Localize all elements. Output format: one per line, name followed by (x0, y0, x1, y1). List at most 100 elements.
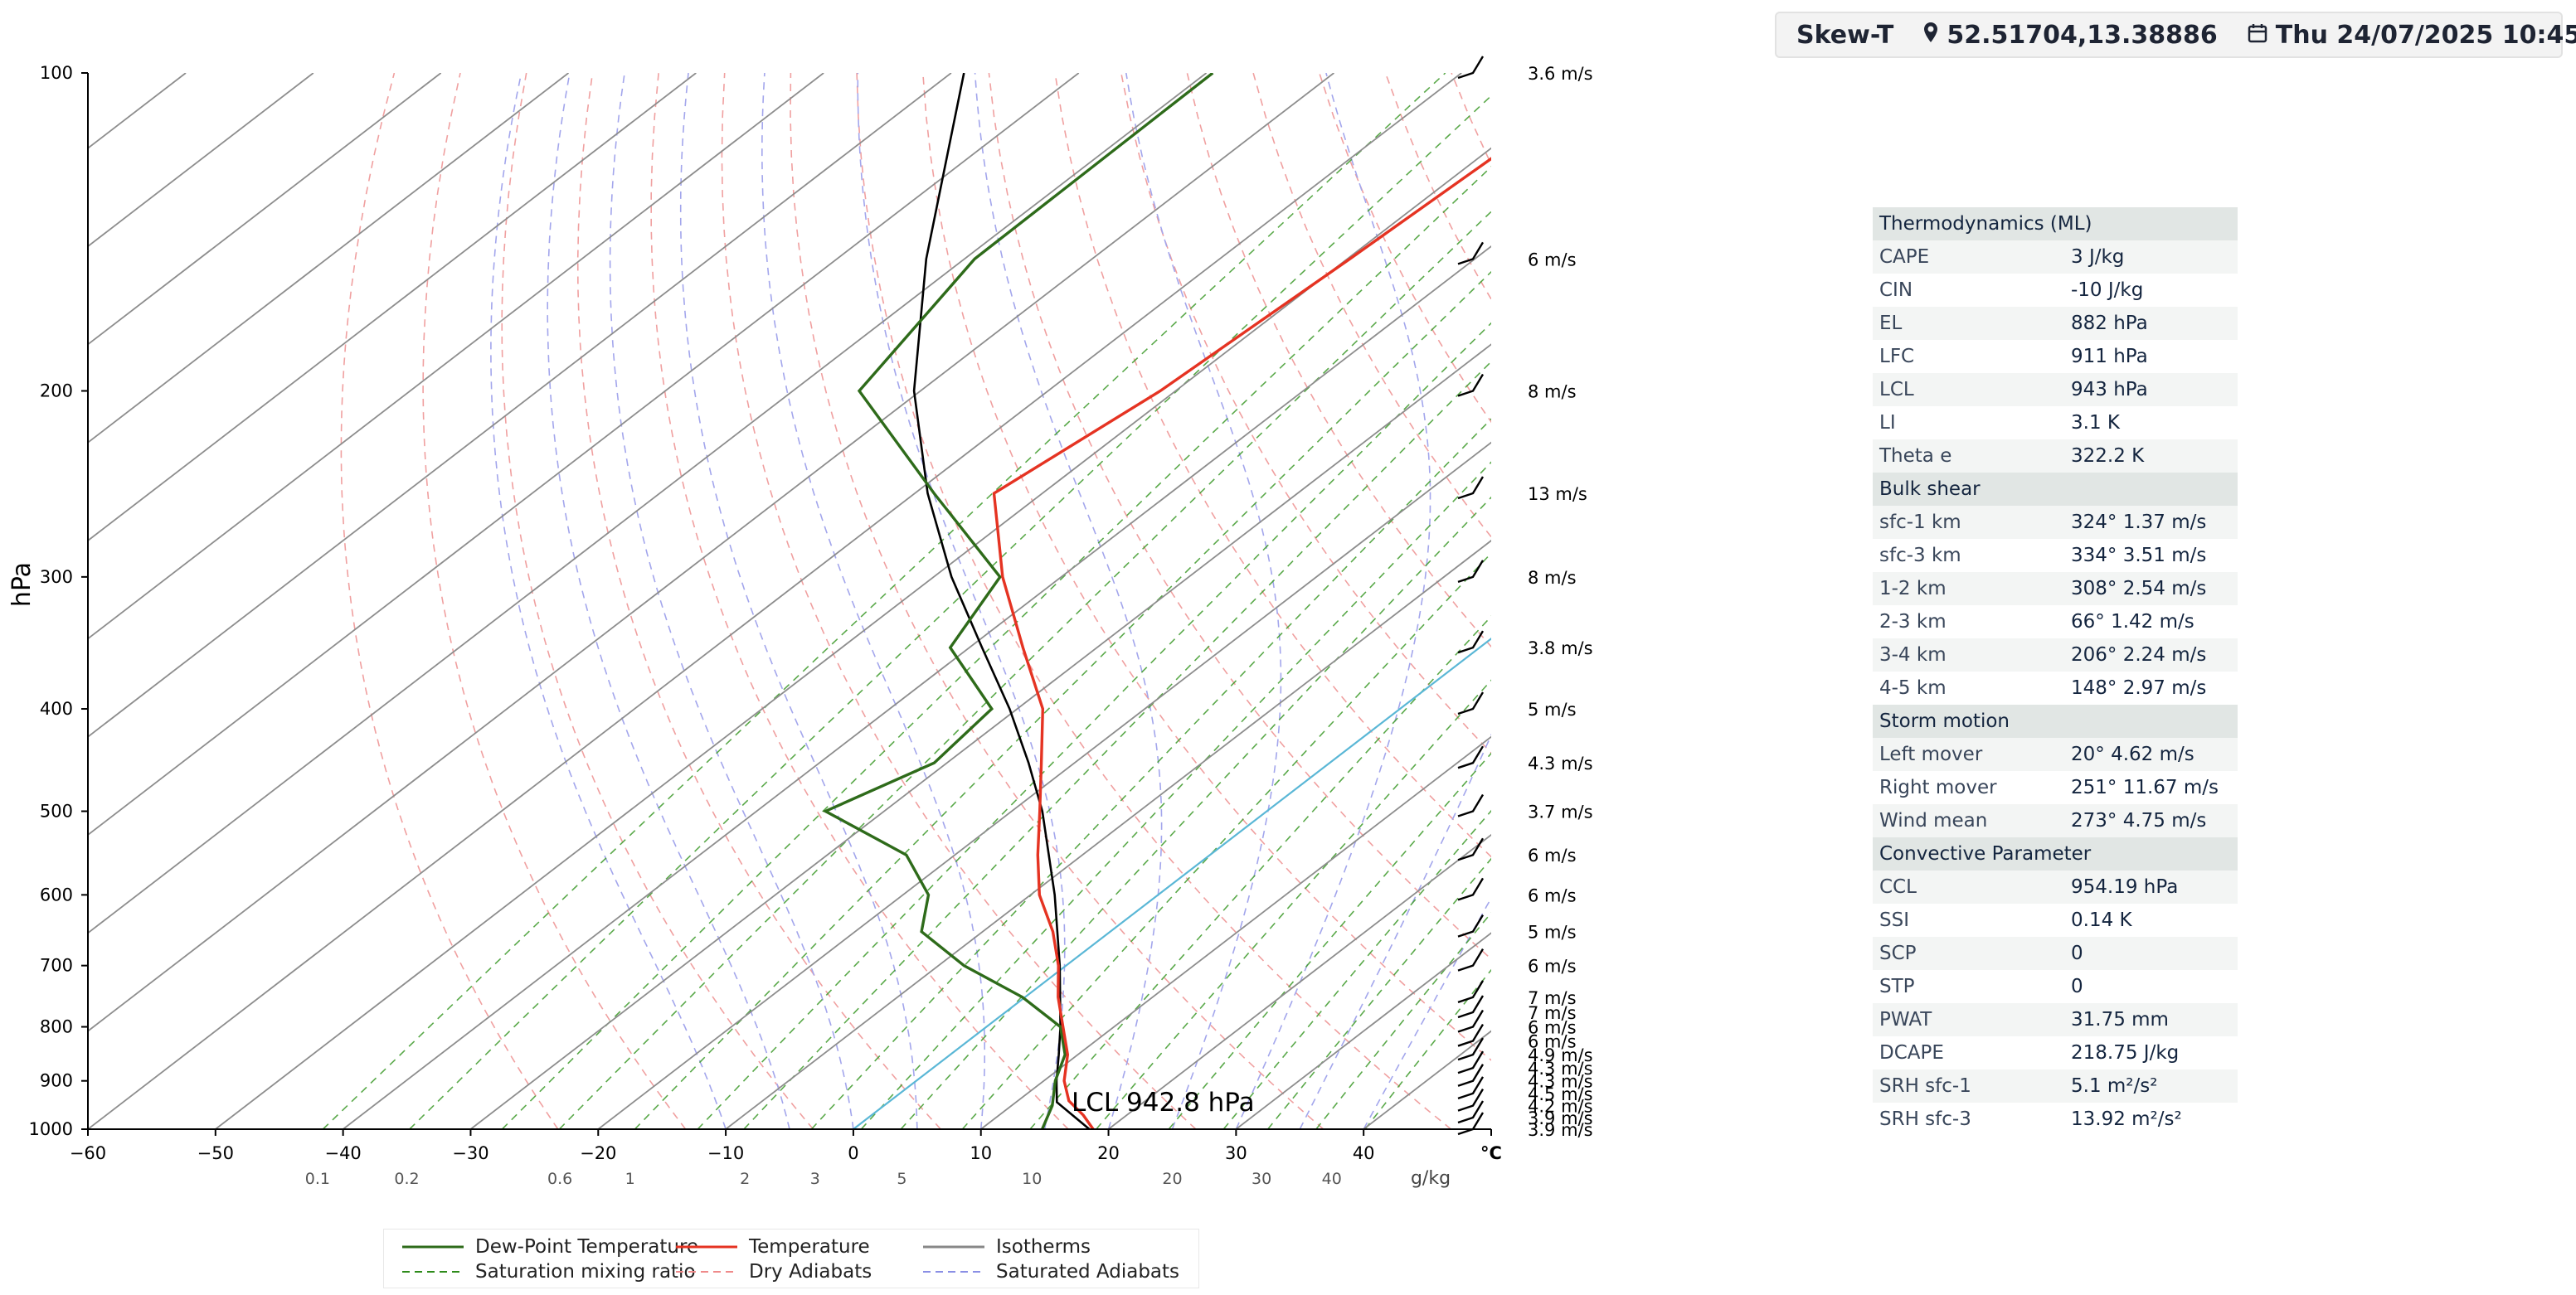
param-row: sfc-1 km 324° 1.37 m/s (1873, 506, 2238, 539)
x-tick-label: 0 (848, 1143, 858, 1163)
x-tick-label: −20 (580, 1143, 616, 1163)
param-row: 1-2 km 308° 2.54 m/s (1873, 572, 2238, 605)
mixing-ratio-tick-label: 5 (897, 1170, 906, 1188)
x-tick-label: 10 (970, 1143, 992, 1163)
wind-speed-label: 6 m/s (1528, 846, 1577, 866)
param-label: STP (1873, 970, 2064, 1003)
wind-barb (1457, 56, 1485, 80)
wind-speed-label: 6 m/s (1528, 885, 1577, 905)
saturated-adiabat (1363, 896, 1491, 1129)
legend-swatch (923, 1271, 984, 1273)
mixing-ratio-line (1364, 968, 1491, 1129)
x-tick-label: 30 (1225, 1143, 1247, 1163)
dry-adiabat (856, 73, 1452, 1129)
saturated-adiabat (974, 73, 1163, 1129)
param-label: 4-5 km (1873, 672, 2064, 705)
wind-speed-label: 5 m/s (1528, 700, 1577, 720)
wind-speed-label: 4.3 m/s (1528, 754, 1593, 774)
wind-speed-label: 8 m/s (1528, 568, 1577, 588)
param-section-header: Bulk shear (1873, 473, 2238, 506)
param-value: 251° 11.67 m/s (2064, 771, 2238, 804)
param-label: sfc-3 km (1873, 539, 2064, 572)
param-label: LI (1873, 406, 2064, 439)
mixing-ratio-tick-label: 30 (1252, 1170, 1271, 1188)
isotherm (215, 147, 1491, 1129)
mixing-ratio-tick-label: 40 (1322, 1170, 1342, 1188)
mixing-ratio-tick-label: 0.1 (305, 1170, 330, 1188)
y-tick-label: 200 (40, 381, 73, 401)
param-section-title: Bulk shear (1873, 473, 2238, 506)
param-label: CCL (1873, 871, 2064, 904)
mixing-ratio-line (322, 73, 1446, 1129)
param-row: CAPE 3 J/kg (1873, 240, 2238, 274)
legend-item: Saturated Adiabats (921, 1261, 1179, 1283)
profile-lines (822, 73, 1491, 1129)
header-location: 52.51704,13.38886 (1947, 20, 2218, 50)
y-tick-label: 700 (40, 956, 73, 976)
wind-speed-label: 3.6 m/s (1528, 64, 1593, 84)
x-tick-label: −10 (707, 1143, 744, 1163)
param-label: EL (1873, 307, 2064, 340)
mixing-ratio-line (697, 322, 1491, 1129)
dry-adiabat (650, 73, 1069, 1129)
param-row: 4-5 km 148° 2.97 m/s (1873, 672, 2238, 705)
param-value: 20° 4.62 m/s (2064, 738, 2238, 771)
mixing-ratio-unit-label: g/kg (1411, 1168, 1451, 1189)
param-label: SRH sfc-3 (1873, 1103, 2064, 1136)
legend-swatch (676, 1245, 737, 1249)
mixing-ratio-tick-label: 0.6 (547, 1170, 572, 1188)
legend-item: Dew-Point Temperature (401, 1236, 698, 1258)
y-tick-label: 1000 (29, 1119, 73, 1139)
param-value: 911 hPa (2064, 340, 2238, 373)
param-label: LFC (1873, 340, 2064, 373)
param-section-title: Storm motion (1873, 705, 2238, 738)
saturated-adiabat (547, 73, 790, 1129)
param-section-header: Convective Parameter (1873, 837, 2238, 871)
wind-speed-label: 6 m/s (1528, 957, 1577, 977)
saturated-adiabat (679, 73, 918, 1129)
legend-label: Temperature (749, 1236, 870, 1258)
param-value: 0 (2064, 970, 2238, 1003)
skewt-chart: 1002003004005006007008009001000−60 −50 −40… (7, 56, 1593, 1189)
param-label: Right mover (1873, 771, 2064, 804)
x-tick-label: −50 (197, 1143, 234, 1163)
param-value: 324° 1.37 m/s (2064, 506, 2238, 539)
legend-label: Isotherms (996, 1236, 1091, 1258)
legend-swatch (676, 1271, 737, 1273)
param-row: SRH sfc-1 5.1 m²/s² (1873, 1069, 2238, 1103)
param-value: 308° 2.54 m/s (2064, 572, 2238, 605)
param-row: LI 3.1 K (1873, 406, 2238, 439)
param-row: PWAT 31.75 mm (1873, 1003, 2238, 1036)
mixing-ratio-line (1315, 911, 1491, 1129)
param-value: 0 (2064, 937, 2238, 970)
param-value: 206° 2.24 m/s (2064, 638, 2238, 672)
param-label: SSI (1873, 904, 2064, 937)
param-label: SCP (1873, 937, 2064, 970)
wind-barb (1457, 793, 1485, 817)
dry-adiabat (922, 73, 1491, 1061)
wind-speed-label: 3.7 m/s (1528, 802, 1593, 822)
mixing-ratio-tick-label: 20 (1162, 1170, 1182, 1188)
param-row: CCL 954.19 hPa (1873, 871, 2238, 904)
param-row: EL 882 hPa (1873, 307, 2238, 340)
param-value: 954.19 hPa (2064, 871, 2238, 904)
param-label: sfc-1 km (1873, 506, 2064, 539)
mixing-ratio-line (558, 211, 1491, 1129)
wind-speed-label: 3.9 m/s (1528, 1120, 1593, 1140)
y-tick-label: 100 (40, 63, 73, 83)
saturated-adiabat (1235, 73, 1431, 1129)
param-row: LCL 943 hPa (1873, 373, 2238, 406)
param-row: SSI 0.14 K (1873, 904, 2238, 937)
parameters-panel: Thermodynamics (ML) CAPE 3 J/kg CIN -10 J/kg… (1873, 207, 2238, 1136)
param-label: Wind mean (1873, 804, 2064, 837)
saturated-adiabat (490, 73, 727, 1129)
wind-speed-label: 5 m/s (1528, 923, 1577, 943)
legend-item: Isotherms (921, 1236, 1091, 1258)
y-tick-label: 900 (40, 1071, 73, 1091)
isotherm (88, 73, 570, 444)
param-value: 882 hPa (2064, 307, 2238, 340)
isotherm (725, 539, 1491, 1129)
wind-barb (1457, 630, 1485, 654)
mixing-ratio-tick-label: 3 (810, 1170, 820, 1188)
param-value: 3.1 K (2064, 406, 2238, 439)
